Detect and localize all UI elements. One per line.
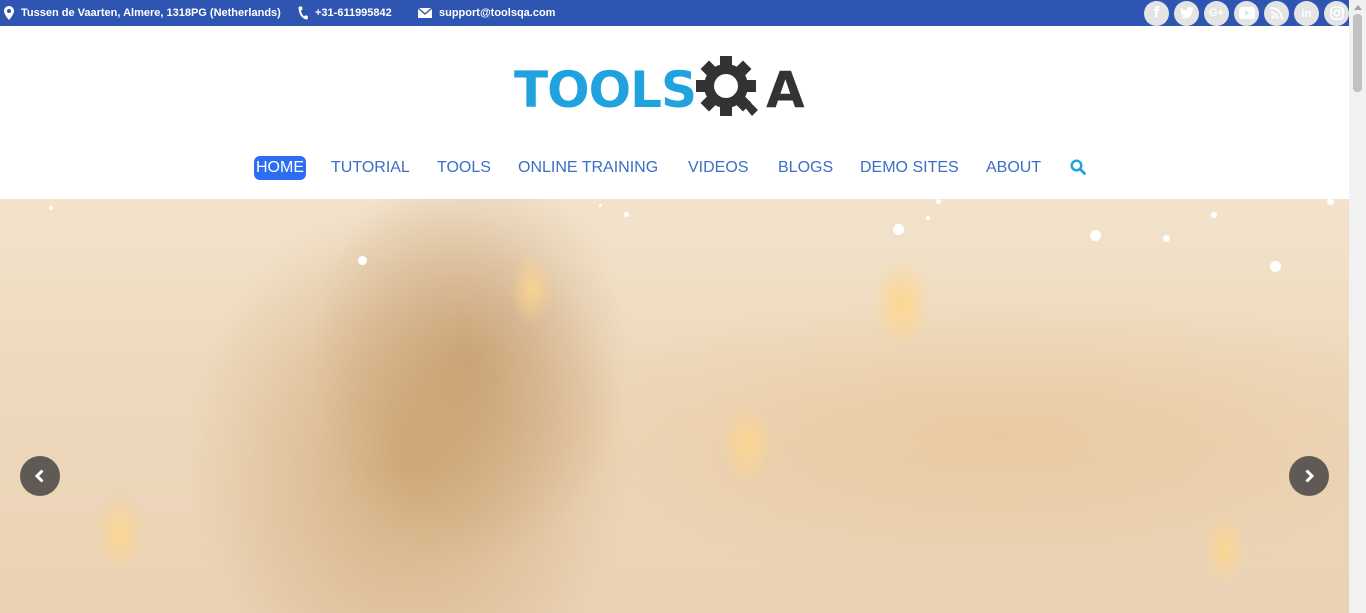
snow-particle (1211, 212, 1217, 218)
youtube-icon (1238, 7, 1255, 19)
chevron-right-icon (1305, 469, 1315, 483)
email-item: support@toolsqa.com (418, 0, 555, 26)
carousel-next-button[interactable] (1289, 456, 1329, 496)
caret-up-icon (1353, 4, 1362, 10)
google-plus-icon: G+ (1209, 7, 1224, 19)
toolsqa-logo[interactable]: TOOLS A (514, 52, 805, 128)
nav-demo-sites[interactable]: DEMO SITES (860, 156, 959, 180)
linkedin-button[interactable]: in (1294, 0, 1319, 26)
nav-tutorial[interactable]: TUTORIAL (331, 156, 410, 180)
rss-button[interactable] (1264, 0, 1289, 26)
search-button[interactable] (1070, 159, 1086, 180)
google-plus-button[interactable]: G+ (1204, 0, 1229, 26)
page-scrollbar[interactable] (1349, 0, 1366, 613)
nav-blogs[interactable]: BLOGS (778, 156, 833, 180)
envelope-icon (418, 8, 432, 18)
carousel-prev-button[interactable] (20, 456, 60, 496)
snow-particle (599, 204, 602, 207)
scroll-thumb[interactable] (1353, 14, 1362, 92)
main-navigation: HOME TUTORIAL TOOLS ONLINE TRAINING VIDE… (0, 156, 1349, 180)
location-pin-icon (4, 6, 14, 20)
logo-text-a: A (766, 61, 805, 119)
search-icon (1070, 159, 1086, 175)
logo-text-tools: TOOLS (514, 61, 697, 119)
gear-magnifier-icon (696, 56, 758, 116)
facebook-icon: f (1153, 5, 1160, 21)
chevron-left-icon (34, 469, 44, 483)
nav-online-training[interactable]: ONLINE TRAINING (518, 156, 658, 180)
snow-particle (893, 224, 904, 235)
snow-particle (49, 206, 53, 210)
hero-carousel (0, 199, 1349, 613)
top-contact-bar: Tussen de Vaarten, Almere, 1318PG (Nethe… (0, 0, 1349, 26)
twitter-icon (1179, 7, 1194, 19)
address-item: Tussen de Vaarten, Almere, 1318PG (Nethe… (4, 0, 281, 26)
instagram-button[interactable] (1324, 0, 1349, 26)
snow-particle (1163, 235, 1170, 242)
nav-home[interactable]: HOME (254, 156, 306, 180)
nav-videos[interactable]: VIDEOS (688, 156, 748, 180)
site-header: TOOLS A HOME TUTORIAL TOOLS ONLINE TRAIN… (0, 26, 1349, 199)
youtube-button[interactable] (1234, 0, 1259, 26)
snow-particle (936, 199, 941, 204)
facebook-button[interactable]: f (1144, 0, 1169, 26)
snow-particle (1090, 230, 1101, 241)
phone-item: +31-611995842 (298, 0, 392, 26)
email-link[interactable]: support@toolsqa.com (439, 7, 555, 19)
social-links: f G+ in (1139, 0, 1349, 26)
nav-about[interactable]: ABOUT (986, 156, 1041, 180)
snow-particle (1327, 199, 1334, 205)
snow-particle (624, 212, 629, 217)
nav-tools[interactable]: TOOLS (437, 156, 491, 180)
scroll-up-arrow[interactable] (1349, 0, 1366, 14)
address-text: Tussen de Vaarten, Almere, 1318PG (Nethe… (21, 7, 281, 19)
snow-particle (926, 216, 930, 220)
snow-particle (358, 256, 367, 265)
phone-icon (298, 6, 308, 20)
snow-particle (1270, 261, 1281, 272)
phone-text: +31-611995842 (315, 7, 392, 19)
twitter-button[interactable] (1174, 0, 1199, 26)
rss-icon (1270, 7, 1283, 19)
linkedin-icon: in (1301, 6, 1312, 20)
hero-slide-image (0, 199, 1349, 613)
instagram-icon (1329, 6, 1344, 20)
